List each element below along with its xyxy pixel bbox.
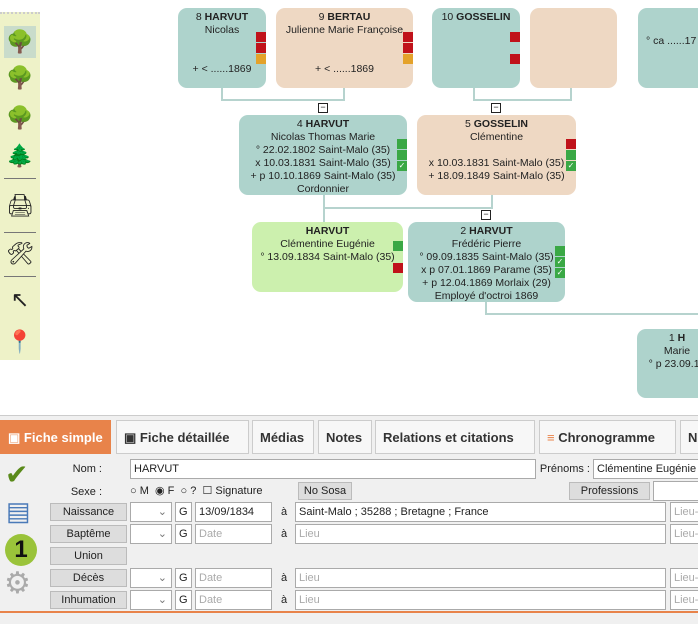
naissance-button[interactable]: Naissance [50, 503, 127, 521]
calendar-g-button[interactable]: G [175, 502, 192, 522]
divider [4, 276, 36, 277]
signature-checkbox[interactable]: ☐ Signature [202, 485, 262, 497]
tree-2-icon[interactable]: 🌳 [4, 62, 36, 94]
person-box-empty[interactable] [530, 8, 617, 88]
document-flash-icon[interactable]: ▤ [6, 496, 31, 527]
place-detail-input[interactable]: Lieu- [670, 502, 698, 522]
tab-more[interactable]: N [680, 420, 698, 454]
a-label: à [281, 594, 288, 606]
deces-button[interactable]: Décès [50, 569, 127, 587]
color-pointer-icon[interactable]: ↖ [4, 284, 36, 316]
person-box-8[interactable]: 8 HARVUT Nicolas + < ......1869 [178, 8, 266, 88]
sexe-label: Sexe : [70, 486, 102, 498]
timeline-icon: ≡ [547, 430, 555, 445]
professions-input[interactable] [653, 481, 698, 501]
inhumation-button[interactable]: Inhumation [50, 591, 127, 609]
a-label: à [281, 506, 288, 518]
tab-fiche-simple[interactable]: ▣ Fiche simple [0, 420, 111, 454]
radio-f[interactable]: ◉ F [155, 485, 174, 497]
divider [4, 232, 36, 233]
place-detail-input[interactable]: Lieu- [670, 524, 698, 544]
person-box-5[interactable]: 5 GOSSELIN Clémentine x 10.03.1831 Saint… [417, 115, 576, 195]
date-qualifier-select[interactable]: ⌄ [130, 502, 172, 522]
no-sosa-button[interactable]: No Sosa [298, 482, 352, 500]
nom-input[interactable]: HARVUT [130, 459, 536, 479]
place-detail-input[interactable]: Lieu- [670, 568, 698, 588]
date-qualifier-select[interactable]: ⌄ [130, 524, 172, 544]
left-toolbar: 🌳 🌳 🌳 🌲 🖨 🛠 ↖ 📍 [0, 12, 40, 360]
a-label: à [281, 528, 288, 540]
nom-label: Nom : [72, 463, 102, 475]
tab-medias[interactable]: Médias [252, 420, 314, 454]
date-input[interactable]: Date [195, 590, 272, 610]
date-input[interactable]: Date [195, 524, 272, 544]
collapse-button[interactable]: − [481, 210, 491, 220]
place-input[interactable]: Lieu [295, 568, 666, 588]
bapteme-button[interactable]: Baptême [50, 525, 127, 543]
collapse-button[interactable]: − [318, 103, 328, 113]
professions-button[interactable]: Professions [569, 482, 650, 500]
calendar-g-button[interactable]: G [175, 524, 192, 544]
panel-divider [0, 611, 698, 613]
printer-icon[interactable]: 🖨 [4, 190, 36, 222]
tab-relations[interactable]: Relations et citations [375, 420, 535, 454]
date-input[interactable]: 13/09/1834 [195, 502, 272, 522]
tab-chronogramme[interactable]: ≡ Chronogramme [539, 420, 676, 454]
person-box-selected[interactable]: HARVUT Clémentine Eugénie ° 13.09.1834 S… [252, 222, 403, 292]
person-box-10[interactable]: 10 GOSSELIN [432, 8, 520, 88]
map-pin-tree-icon[interactable]: 📍 [4, 326, 36, 358]
collapse-button[interactable]: − [491, 103, 501, 113]
tree-tools-icon[interactable]: 🛠 [4, 238, 36, 270]
sosa-1-icon[interactable]: 1 [5, 534, 37, 566]
tree-1-icon[interactable]: 🌳 [4, 26, 36, 58]
validate-icon[interactable]: ✔ [5, 458, 28, 491]
prenoms-input[interactable]: Clémentine Eugénie [593, 459, 698, 479]
calendar-g-button[interactable]: G [175, 590, 192, 610]
person-box-2[interactable]: 2 HARVUT Frédéric Pierre ° 09.09.1835 Sa… [408, 222, 565, 302]
person-box-1[interactable]: 1 H Marie ° p 23.09.18 [637, 329, 698, 398]
card-icon: ▣ [8, 430, 21, 445]
tree-back-icon[interactable]: 🌳 [4, 102, 36, 134]
place-detail-input[interactable]: Lieu- [670, 590, 698, 610]
calendar-g-button[interactable]: G [175, 568, 192, 588]
gear-icon[interactable]: ⚙ [4, 566, 31, 601]
four-trees-icon[interactable]: 🌲 [4, 140, 36, 172]
divider [4, 178, 36, 179]
radio-m[interactable]: ○ M [130, 485, 149, 497]
person-box-right[interactable]: ° ca ......17 [638, 8, 698, 88]
person-box-9[interactable]: 9 BERTAU Julienne Marie Françoise + < ..… [276, 8, 413, 88]
date-qualifier-select[interactable]: ⌄ [130, 590, 172, 610]
place-input[interactable]: Lieu [295, 590, 666, 610]
person-editor-panel: ▣ Fiche simple ▣ Fiche détaillée Médias … [0, 415, 698, 624]
person-box-4[interactable]: 4 HARVUT Nicolas Thomas Marie ° 22.02.18… [239, 115, 407, 195]
place-input[interactable]: Lieu [295, 524, 666, 544]
a-label: à [281, 572, 288, 584]
prenoms-label: Prénoms : [539, 463, 590, 475]
union-button[interactable]: Union [50, 547, 127, 565]
radio-unknown[interactable]: ○ ? [181, 485, 197, 497]
date-qualifier-select[interactable]: ⌄ [130, 568, 172, 588]
sex-radio-group: ○ M ◉ F ○ ? ☐ Signature [130, 484, 262, 497]
tab-notes[interactable]: Notes [318, 420, 372, 454]
place-input[interactable]: Saint-Malo ; 35288 ; Bretagne ; France [295, 502, 666, 522]
card-icon: ▣ [124, 430, 137, 445]
tab-fiche-detaillee[interactable]: ▣ Fiche détaillée [116, 420, 249, 454]
date-input[interactable]: Date [195, 568, 272, 588]
